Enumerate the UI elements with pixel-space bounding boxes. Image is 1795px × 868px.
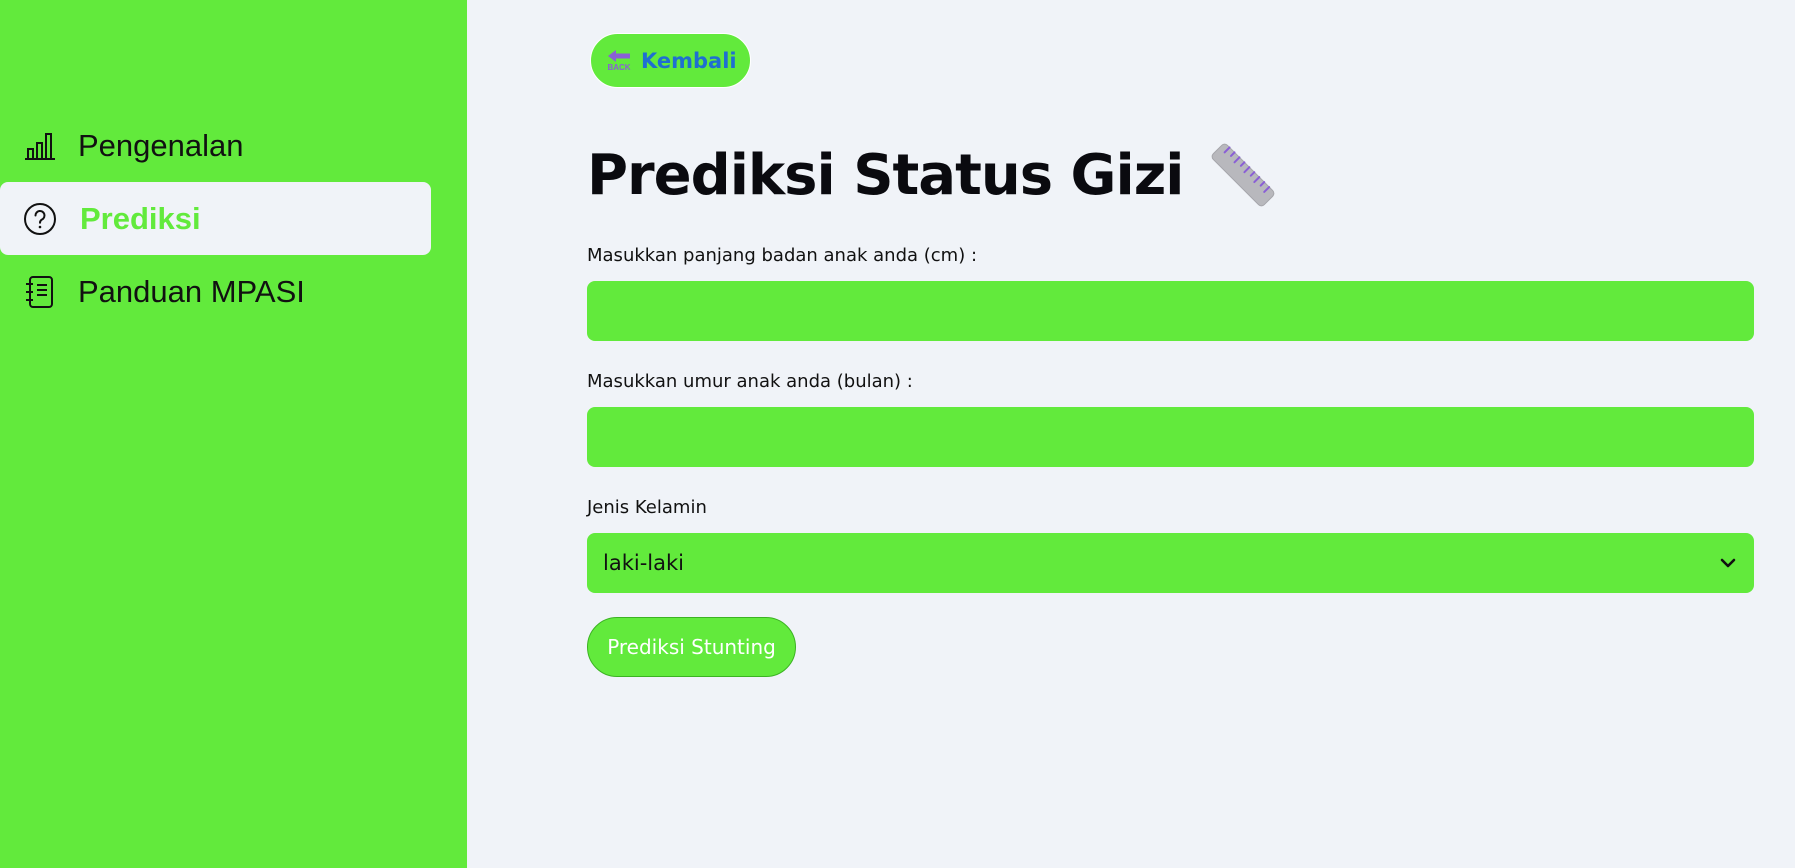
bar-chart-icon xyxy=(22,128,58,164)
age-field-label: Masukkan umur anak anda (bulan) : xyxy=(587,371,913,392)
back-icon-text: BACK xyxy=(607,63,631,72)
gender-select[interactable]: laki-laki xyxy=(587,533,1754,593)
age-input[interactable] xyxy=(587,407,1754,467)
sidebar-nav: Pengenalan Prediksi Panduan MPASI xyxy=(0,109,431,328)
ruler-icon xyxy=(1208,140,1278,210)
back-button[interactable]: BACK Kembali xyxy=(590,33,751,88)
question-circle-icon xyxy=(22,201,58,237)
sidebar-item-label: Pengenalan xyxy=(78,127,244,163)
chevron-down-icon xyxy=(1718,553,1738,573)
sidebar-item-panduan-mpasi[interactable]: Panduan MPASI xyxy=(0,255,431,328)
back-button-label: Kembali xyxy=(641,48,737,73)
gender-field-label: Jenis Kelamin xyxy=(587,497,707,518)
sidebar-item-label: Panduan MPASI xyxy=(78,273,305,309)
predict-stunting-button[interactable]: Prediksi Stunting xyxy=(587,617,796,677)
sidebar-item-pengenalan[interactable]: Pengenalan xyxy=(0,109,431,182)
page-title-text: Prediksi Status Gizi xyxy=(587,142,1184,208)
sidebar: Pengenalan Prediksi Panduan MPASI xyxy=(0,0,467,868)
length-field-label: Masukkan panjang badan anak anda (cm) : xyxy=(587,245,978,266)
notebook-icon xyxy=(22,274,58,310)
gender-select-value: laki-laki xyxy=(603,551,684,575)
page-title: Prediksi Status Gizi xyxy=(587,140,1278,210)
back-arrow-icon: BACK xyxy=(605,46,633,76)
length-input[interactable] xyxy=(587,281,1754,341)
sidebar-item-prediksi[interactable]: Prediksi xyxy=(0,182,431,255)
sidebar-item-label: Prediksi xyxy=(80,200,201,236)
